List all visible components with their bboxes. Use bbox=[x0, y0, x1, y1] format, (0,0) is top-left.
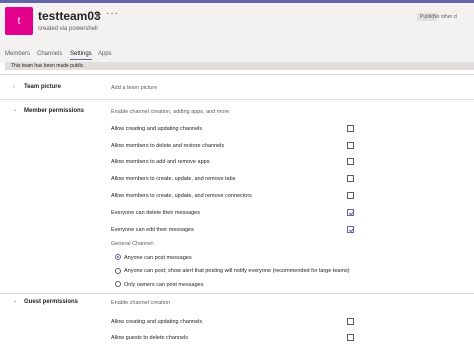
general-channel-heading: General Channel: bbox=[111, 241, 155, 247]
section-team-picture[interactable]: Team picture bbox=[24, 84, 61, 90]
team-avatar: t bbox=[5, 7, 33, 35]
tab-channels[interactable]: Channels bbox=[37, 50, 62, 60]
perm-checkbox[interactable] bbox=[347, 192, 354, 199]
section-guest-permissions[interactable]: Guest permissions bbox=[24, 299, 78, 305]
divider bbox=[0, 74, 474, 75]
perm-label: Allow members to delete and restore chan… bbox=[111, 143, 225, 149]
tab-apps[interactable]: Apps bbox=[98, 50, 112, 60]
radio-label: Only owners can post messages bbox=[124, 282, 204, 288]
perm-label: Allow guests to delete channels bbox=[111, 335, 189, 341]
team-description: created via powershell bbox=[38, 26, 98, 32]
perm-checkbox-checked[interactable] bbox=[347, 226, 354, 233]
chevron-right-icon[interactable]: › bbox=[13, 84, 15, 90]
tab-settings[interactable]: Settings bbox=[70, 50, 92, 60]
perm-checkbox[interactable] bbox=[347, 175, 354, 182]
more-options-icon[interactable]: ··· bbox=[106, 8, 119, 19]
perm-label: Allow members to create, update, and rem… bbox=[111, 176, 236, 182]
team-name: testteam03 bbox=[38, 9, 101, 23]
divider bbox=[0, 293, 474, 294]
perm-label: Allow members to create, update, and rem… bbox=[111, 193, 252, 199]
radio-post-with-alert[interactable] bbox=[115, 268, 121, 274]
radio-label: Anyone can post messages bbox=[124, 255, 192, 261]
perm-checkbox-checked[interactable] bbox=[347, 209, 354, 216]
star-icon[interactable]: ★ bbox=[94, 10, 102, 21]
perm-checkbox[interactable] bbox=[347, 142, 354, 149]
perm-checkbox[interactable] bbox=[347, 158, 354, 165]
radio-label: Anyone can post; show alert that posting… bbox=[124, 268, 350, 274]
perm-label: Everyone can edit their messages bbox=[111, 227, 194, 233]
team-tabs: Members Channels Settings Apps bbox=[0, 50, 474, 61]
perm-checkbox[interactable] bbox=[347, 318, 354, 325]
classification-badge: No other cl bbox=[433, 14, 458, 20]
chevron-down-icon[interactable]: ⌄ bbox=[13, 107, 17, 113]
guest-permissions-desc: Enable channel creation bbox=[111, 300, 171, 306]
public-notice-text: This team has been made public. bbox=[11, 63, 85, 69]
perm-label: Allow creating and updating channels bbox=[111, 126, 203, 132]
chevron-down-icon[interactable]: ⌄ bbox=[13, 298, 17, 304]
member-permissions-desc: Enable channel creation, adding apps, an… bbox=[111, 109, 230, 115]
section-member-permissions[interactable]: Member permissions bbox=[24, 108, 84, 114]
perm-label: Everyone can delete their messages bbox=[111, 210, 200, 216]
perm-checkbox[interactable] bbox=[347, 334, 354, 341]
perm-checkbox[interactable] bbox=[347, 125, 354, 132]
tab-members[interactable]: Members bbox=[5, 50, 30, 60]
radio-anyone-can-post[interactable] bbox=[115, 254, 121, 260]
team-picture-desc: Add a team picture bbox=[111, 85, 158, 91]
perm-label: Allow creating and updating channels bbox=[111, 319, 203, 325]
radio-owners-only[interactable] bbox=[115, 281, 121, 287]
perm-label: Allow members to add and remove apps bbox=[111, 159, 210, 165]
divider bbox=[0, 99, 474, 100]
